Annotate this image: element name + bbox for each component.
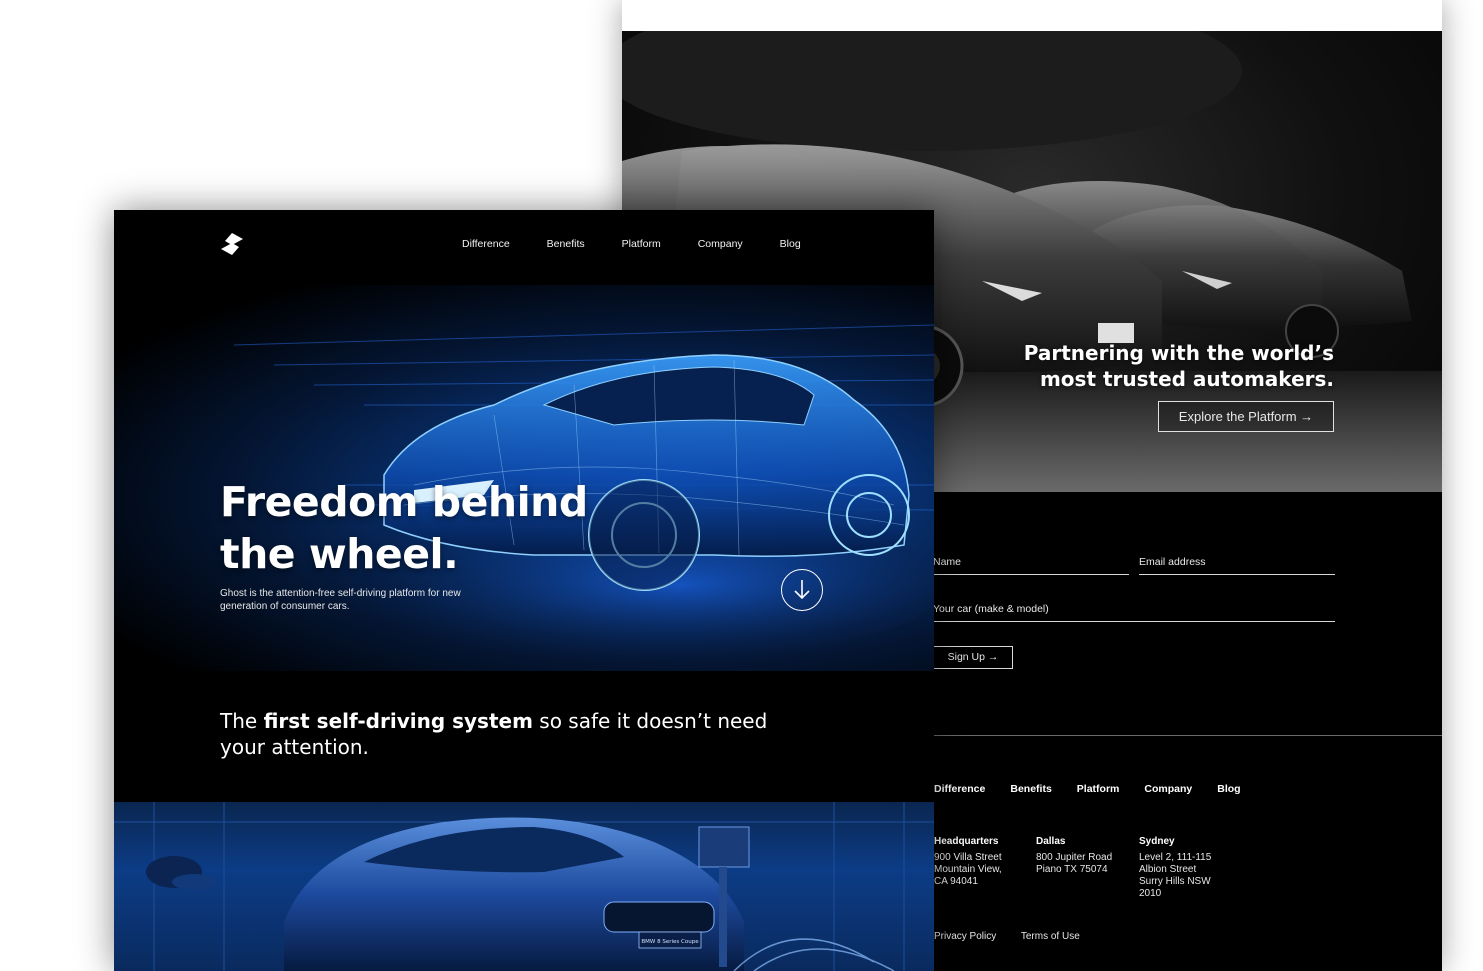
tagline-emphasis: first self-driving system bbox=[263, 709, 533, 733]
ghost-logo-icon[interactable] bbox=[220, 232, 244, 256]
email-field[interactable]: Email address bbox=[1139, 556, 1335, 575]
tagline-prefix: The bbox=[220, 709, 264, 733]
nav-company[interactable]: Company bbox=[698, 238, 743, 250]
sign-up-button[interactable]: Sign Up → bbox=[933, 646, 1013, 669]
nav-benefits[interactable]: Benefits bbox=[547, 238, 585, 250]
footer-divider bbox=[933, 735, 1442, 736]
terms-of-use-link[interactable]: Terms of Use bbox=[1021, 931, 1080, 942]
footer-nav-difference[interactable]: Difference bbox=[934, 783, 985, 795]
hero-subtitle: Ghost is the attention-free self-driving… bbox=[220, 588, 461, 612]
scroll-down-button[interactable] bbox=[781, 569, 823, 611]
legal-links: Privacy Policy Terms of Use bbox=[934, 931, 1102, 942]
arrow-down-icon bbox=[794, 580, 810, 600]
name-field[interactable]: Name bbox=[933, 556, 1129, 575]
nav-blog[interactable]: Blog bbox=[780, 238, 801, 250]
nav-difference[interactable]: Difference bbox=[462, 238, 510, 250]
footer-nav-platform[interactable]: Platform bbox=[1077, 783, 1120, 795]
footer-nav-blog[interactable]: Blog bbox=[1217, 783, 1240, 795]
hero-title: Freedom behind the wheel. bbox=[220, 478, 588, 578]
office-city: Headquarters bbox=[934, 836, 999, 847]
page-top-strip bbox=[622, 0, 1442, 31]
office-address: 900 Villa Street Mountain View, CA 94041 bbox=[934, 852, 1002, 887]
footer-nav: Difference Benefits Platform Company Blo… bbox=[934, 783, 1266, 795]
office-dallas: Dallas 800 Jupiter Road Piano TX 75074 bbox=[1036, 836, 1112, 876]
office-sydney: Sydney Level 2, 111-115 Albion Street Su… bbox=[1139, 836, 1211, 900]
main-nav: Difference Benefits Platform Company Blo… bbox=[462, 238, 838, 250]
showroom-car-image: BMW 8 Series Coupe bbox=[114, 802, 934, 971]
footer-nav-company[interactable]: Company bbox=[1144, 783, 1192, 795]
nav-platform[interactable]: Platform bbox=[622, 238, 661, 250]
showroom-plate-text: BMW 8 Series Coupe bbox=[641, 939, 699, 945]
office-address: Level 2, 111-115 Albion Street Surry Hil… bbox=[1139, 852, 1212, 899]
privacy-policy-link[interactable]: Privacy Policy bbox=[934, 931, 996, 942]
footer-nav-benefits[interactable]: Benefits bbox=[1010, 783, 1051, 795]
explore-platform-button[interactable]: Explore the Platform → bbox=[1158, 401, 1334, 432]
landing-page-mockup: Difference Benefits Platform Company Blo… bbox=[114, 210, 934, 971]
car-model-field[interactable]: Your car (make & model) bbox=[933, 603, 1335, 622]
office-city: Sydney bbox=[1139, 836, 1175, 847]
partners-heading: Partnering with the world’s most trusted… bbox=[1023, 341, 1334, 391]
office-city: Dallas bbox=[1036, 836, 1066, 847]
office-address: 800 Jupiter Road Piano TX 75074 bbox=[1036, 852, 1113, 875]
tagline: The first self-driving system so safe it… bbox=[220, 708, 780, 760]
office-headquarters: Headquarters 900 Villa Street Mountain V… bbox=[934, 836, 1002, 888]
showroom-car-illustration: BMW 8 Series Coupe bbox=[114, 802, 934, 971]
